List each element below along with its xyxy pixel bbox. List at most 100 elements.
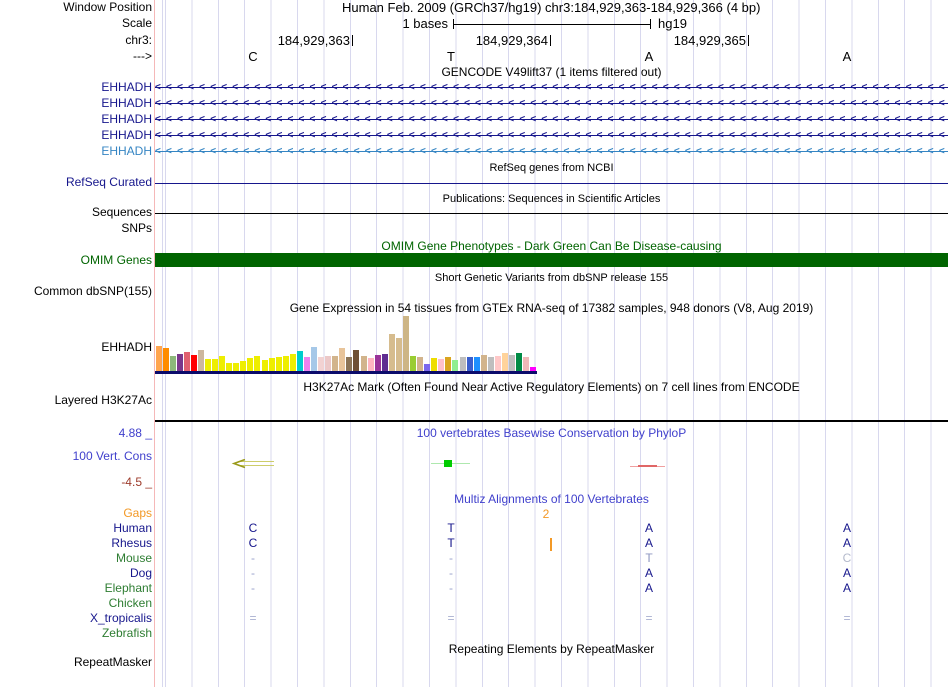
gap-count-annotation: 2	[542, 507, 550, 521]
alignment-base: A	[644, 521, 653, 535]
multiz-species-label-rhesus[interactable]: Rhesus	[111, 537, 152, 550]
alignment-base: T	[645, 551, 653, 565]
gtex-tissue-bar	[289, 354, 296, 371]
gtex-tissue-bar	[353, 350, 360, 371]
alignment-base: A	[842, 536, 851, 550]
gtex-tissue-bar	[212, 359, 219, 371]
position-tick	[550, 35, 551, 46]
gtex-tissue-bar	[197, 350, 204, 371]
gtex-tissue-bar	[360, 356, 367, 371]
gtex-tissue-bar	[374, 355, 381, 371]
gtex-tissue-bar	[487, 357, 494, 371]
gtex-tissue-bar	[332, 356, 339, 371]
gtex-tissue-bar	[445, 357, 452, 371]
omim-track-title: OMIM Gene Phenotypes - Dark Green Can Be…	[381, 239, 722, 253]
gtex-tissue-bar	[183, 352, 190, 371]
gtex-tissue-bar	[296, 351, 303, 371]
alignment-base: A	[842, 581, 851, 595]
track-label-gene-2[interactable]: EHHADH	[101, 113, 152, 126]
gtex-tissue-bar	[311, 347, 318, 371]
publications-sequences-item[interactable]	[155, 213, 948, 214]
position-number: 184,929,365	[673, 33, 746, 48]
track-label-gene-0[interactable]: EHHADH	[101, 81, 152, 94]
scale-label: Scale	[121, 16, 152, 30]
gtex-tissue-bar	[410, 356, 417, 371]
gtex-baseline	[155, 371, 537, 374]
gene-transcript-row[interactable]: <<<<<<<<<<<<<<<<<<<<<<<<<<<<<<<<<<<<<<<<…	[155, 145, 948, 158]
phylop-max-label: 4.88 _	[118, 426, 152, 440]
gtex-tissue-bar	[388, 334, 395, 371]
gtex-tissue-bar	[402, 316, 409, 371]
gene-transcript-row[interactable]: <<<<<<<<<<<<<<<<<<<<<<<<<<<<<<<<<<<<<<<<…	[155, 97, 948, 110]
track-label-refseq-curated[interactable]: RefSeq Curated	[66, 176, 152, 189]
multiz-species-label-zebrafish[interactable]: Zebrafish	[102, 627, 152, 640]
gtex-tissue-bar	[339, 348, 346, 371]
gtex-expression-bar-chart[interactable]	[155, 316, 537, 374]
track-label-gaps[interactable]: Gaps	[123, 507, 152, 520]
alignment-base: -	[251, 566, 255, 580]
track-label-gene-3[interactable]: EHHADH	[101, 129, 152, 142]
track-label-snps[interactable]: SNPs	[121, 222, 152, 235]
gtex-tissue-bar	[219, 356, 226, 371]
alignment-base: A	[842, 566, 851, 580]
h3k27ac-signal-baseline[interactable]	[155, 420, 948, 422]
reference-base-letter: T	[447, 49, 455, 64]
track-label-gene-1[interactable]: EHHADH	[101, 97, 152, 110]
alignment-base: T	[447, 521, 455, 535]
gtex-tissue-bar	[282, 356, 289, 371]
phylop-positive-box[interactable]	[444, 460, 452, 467]
track-label-common-dbsnp[interactable]: Common dbSNP(155)	[34, 285, 152, 298]
multiz-track-title: Multiz Alignments of 100 Vertebrates	[454, 492, 649, 506]
gtex-tissue-bar	[162, 348, 169, 371]
alignment-base: A	[644, 536, 653, 550]
phylop-negative-core[interactable]	[638, 465, 657, 467]
track-label-sequences[interactable]: Sequences	[92, 206, 152, 219]
alignment-base: C	[248, 521, 258, 535]
multiz-species-label-chicken[interactable]: Chicken	[109, 597, 152, 610]
gtex-tissue-bar	[438, 359, 445, 371]
gene-transcript-row[interactable]: <<<<<<<<<<<<<<<<<<<<<<<<<<<<<<<<<<<<<<<<…	[155, 129, 948, 142]
gtex-tissue-bar	[452, 360, 459, 371]
gtex-tissue-bar	[424, 364, 431, 371]
track-label-gtex-ehhadh[interactable]: EHHADH	[101, 341, 152, 354]
track-label-100-vert-cons[interactable]: 100 Vert. Cons	[73, 450, 152, 463]
gtex-tissue-bar	[247, 358, 254, 371]
gtex-tissue-bar	[261, 360, 268, 371]
position-number: 184,929,364	[475, 33, 548, 48]
gtex-tissue-bar	[367, 358, 374, 371]
multiz-species-label-x_tropicalis[interactable]: X_tropicalis	[90, 612, 152, 625]
alignment-base: C	[248, 536, 258, 550]
gtex-tissue-bar	[254, 356, 261, 371]
track-label-omim-genes[interactable]: OMIM Genes	[81, 254, 152, 267]
scale-bar	[453, 19, 651, 29]
gene-transcript-row[interactable]: <<<<<<<<<<<<<<<<<<<<<<<<<<<<<<<<<<<<<<<<…	[155, 81, 948, 94]
gtex-tissue-bar	[509, 355, 515, 371]
multiz-species-label-human[interactable]: Human	[113, 522, 152, 535]
multiz-species-label-mouse[interactable]: Mouse	[116, 552, 152, 565]
gtex-tissue-bar	[466, 357, 473, 371]
gtex-tissue-bar	[516, 353, 523, 371]
alignment-base: T	[447, 536, 455, 550]
strand-direction-label: --->	[133, 49, 152, 63]
alignment-base: A	[644, 566, 653, 580]
phylop-track-title: 100 vertebrates Basewise Conservation by…	[416, 426, 687, 440]
gtex-tissue-bar	[473, 357, 480, 371]
alignment-base: =	[645, 611, 653, 625]
refseq-curated-item[interactable]	[155, 183, 948, 184]
alignment-base: -	[449, 551, 453, 565]
scale-assembly: hg19	[658, 16, 687, 31]
alignment-base: -	[251, 581, 255, 595]
gtex-tissue-bar	[431, 358, 438, 371]
gtex-tissue-bar	[155, 346, 162, 371]
gtex-tissue-bar	[226, 363, 233, 371]
indel-arrow-mark[interactable]	[230, 459, 275, 469]
multiz-species-label-elephant[interactable]: Elephant	[105, 582, 152, 595]
gtex-tissue-bar	[395, 338, 402, 371]
track-label-layered-h3k27ac[interactable]: Layered H3K27Ac	[55, 394, 152, 407]
track-label-repeatmasker[interactable]: RepeatMasker	[74, 656, 152, 669]
omim-gene-bar[interactable]	[155, 253, 948, 267]
gene-transcript-row[interactable]: <<<<<<<<<<<<<<<<<<<<<<<<<<<<<<<<<<<<<<<<…	[155, 113, 948, 126]
h3k27ac-track-title: H3K27Ac Mark (Often Found Near Active Re…	[303, 380, 800, 394]
multiz-species-label-dog[interactable]: Dog	[130, 567, 152, 580]
track-label-gene-4[interactable]: EHHADH	[101, 145, 152, 158]
